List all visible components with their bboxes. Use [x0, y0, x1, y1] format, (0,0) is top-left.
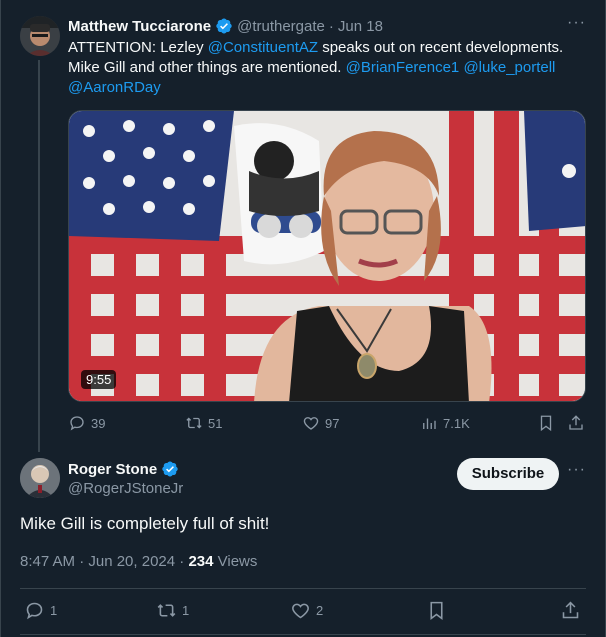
parent-tweet-header: Matthew Tucciarone @truthergate · Jun 18	[68, 17, 383, 35]
separator-dot: ·	[328, 17, 334, 35]
video-thumbnail	[69, 111, 585, 401]
like-count: 2	[316, 603, 324, 618]
views-label: Views	[213, 553, 258, 570]
thread-line	[38, 60, 40, 452]
main-tweet-text: Mike Gill is completely full of shit!	[20, 514, 270, 533]
reply-count: 1	[50, 603, 58, 618]
main-author-name[interactable]: Roger Stone	[68, 461, 157, 478]
subscribe-button[interactable]: Subscribe	[457, 458, 559, 490]
parent-handle[interactable]: @truthergate	[237, 18, 325, 35]
parent-tweet-text: ATTENTION: Lezley @ConstituentAZ speaks …	[68, 38, 588, 98]
bookmark-button[interactable]	[537, 414, 555, 432]
views-count: 7.1K	[443, 415, 470, 431]
heart-icon	[292, 603, 309, 619]
text-part: ATTENTION: Lezley	[68, 39, 208, 56]
main-tweet-header: Roger Stone	[68, 460, 179, 478]
like-count: 97	[325, 415, 340, 431]
parent-author-name[interactable]: Matthew Tucciarone	[68, 18, 211, 35]
repost-button[interactable]: 1	[156, 600, 189, 621]
main-handle[interactable]: @RogerJStoneJr	[68, 480, 183, 497]
reply-button[interactable]: 39	[68, 414, 105, 432]
video-player[interactable]: 9:55	[68, 110, 586, 402]
parent-date[interactable]: Jun 18	[338, 18, 383, 35]
matthew-avatar[interactable]	[20, 16, 60, 56]
like-button[interactable]: 2	[290, 600, 323, 621]
mention-link[interactable]: @luke_portell	[463, 59, 555, 76]
share-icon	[569, 415, 583, 430]
verified-badge-icon	[161, 460, 179, 478]
views-number: 234	[188, 553, 214, 570]
parent-action-bar: 39 51 97 7.1K	[68, 414, 586, 434]
mention-link[interactable]: @BrianFerence1	[346, 59, 460, 76]
repost-count: 51	[208, 415, 223, 431]
reply-count: 39	[91, 415, 106, 431]
main-action-bar: 1 1 2	[20, 600, 586, 624]
views-button[interactable]: 7.1K	[420, 414, 470, 432]
video-duration: 9:55	[81, 370, 117, 389]
bottom-divider	[20, 634, 586, 635]
share-button[interactable]	[567, 414, 585, 432]
reply-button[interactable]: 1	[24, 600, 57, 621]
repost-icon	[186, 417, 202, 429]
tweet-timestamp[interactable]: 8:47 AM · Jun 20, 2024 ·	[20, 553, 188, 570]
heart-icon	[303, 417, 319, 430]
reply-icon	[70, 416, 84, 431]
bookmark-icon	[540, 415, 552, 432]
roger-avatar[interactable]	[20, 458, 60, 498]
bookmark-icon	[430, 601, 443, 620]
bookmark-button[interactable]	[426, 600, 447, 621]
parent-more-icon[interactable]: ···	[567, 14, 586, 32]
tweet-meta: 8:47 AM · Jun 20, 2024 · 234 Views	[20, 553, 257, 570]
repost-count: 1	[182, 603, 190, 618]
share-button[interactable]	[560, 600, 581, 621]
repost-icon	[157, 604, 176, 617]
verified-badge-icon	[215, 17, 233, 35]
reply-icon	[26, 602, 43, 620]
analytics-icon	[423, 418, 436, 429]
mention-link[interactable]: @ConstituentAZ	[208, 39, 318, 56]
mention-link[interactable]: @AaronRDay	[68, 79, 161, 96]
repost-button[interactable]: 51	[185, 414, 222, 432]
main-more-icon[interactable]: ···	[567, 461, 586, 479]
divider	[20, 588, 586, 589]
like-button[interactable]: 97	[302, 414, 339, 432]
share-icon	[562, 601, 579, 619]
